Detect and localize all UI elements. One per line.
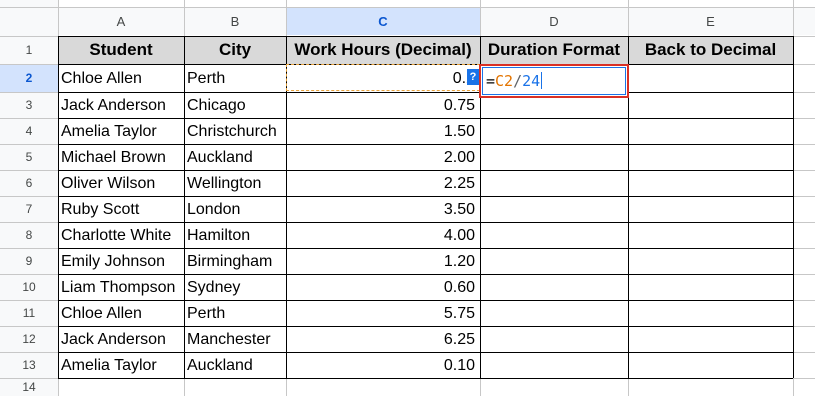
table-col-border (793, 36, 794, 378)
hours-cell[interactable]: 3.50 (286, 196, 480, 222)
table-row-border (58, 118, 793, 119)
student-cell[interactable]: Chloe Allen (58, 300, 187, 326)
city-cell[interactable]: Auckland (184, 144, 289, 170)
table-row-border (58, 326, 793, 327)
hours-cell[interactable]: 6.25 (286, 326, 480, 352)
student-cell[interactable]: Jack Anderson (58, 326, 187, 352)
table-row-border (58, 36, 793, 37)
row-header-12[interactable]: 12 (0, 326, 58, 352)
formula-operator: / (513, 72, 523, 90)
row-header-8[interactable]: 8 (0, 222, 58, 248)
select-all-corner[interactable] (0, 0, 58, 36)
table-row-border (58, 170, 793, 171)
student-cell[interactable]: Charlotte White (58, 222, 187, 248)
row-header-9[interactable]: 9 (0, 248, 58, 274)
student-cell[interactable]: Liam Thompson (58, 274, 187, 300)
formula-equals: = (486, 72, 496, 90)
spreadsheet-grid[interactable]: ABCDE 1 2 3 4 5 6 7 8 9 10 11 12 13 14 Student City Wor… (0, 0, 815, 396)
city-cell[interactable]: Manchester (184, 326, 289, 352)
table-row-border (58, 222, 793, 223)
row-header-2[interactable]: 2 (0, 64, 58, 92)
hours-cell[interactable]: 0.75 (286, 92, 480, 118)
row-header-7[interactable]: 7 (0, 196, 58, 222)
formula-input[interactable]: =C2/24 (486, 72, 543, 90)
table-row-border (58, 300, 793, 301)
city-cell[interactable]: Christchurch (184, 118, 289, 144)
column-header-c[interactable]: C (286, 8, 480, 35)
student-cell[interactable]: Jack Anderson (58, 92, 187, 118)
column-header-d[interactable]: D (480, 8, 628, 35)
grid-row-line (0, 7, 815, 8)
row-header-10[interactable]: 10 (0, 274, 58, 300)
row-header-13[interactable]: 13 (0, 352, 58, 378)
formula-reference: C2 (495, 72, 514, 90)
student-cell[interactable]: Amelia Taylor (58, 352, 187, 378)
formula-help-icon[interactable]: ? (467, 69, 479, 85)
column-header-a[interactable]: A (58, 8, 184, 35)
table-row-border (58, 378, 793, 379)
table-row-border (58, 144, 793, 145)
header-cell-c[interactable]: Work Hours (Decimal) (286, 36, 480, 64)
header-cell-b[interactable]: City (184, 36, 286, 64)
row-header-14[interactable]: 14 (0, 378, 58, 396)
table-row-border (58, 352, 793, 353)
row-header-3[interactable]: 3 (0, 92, 58, 118)
student-cell[interactable]: Michael Brown (58, 144, 187, 170)
row-header-11[interactable]: 11 (0, 300, 58, 326)
hours-cell[interactable]: 1.50 (286, 118, 480, 144)
copy-reference-highlight-c2 (286, 64, 480, 91)
city-cell[interactable]: Birmingham (184, 248, 289, 274)
hours-cell[interactable]: 0.10 (286, 352, 480, 378)
city-cell[interactable]: Wellington (184, 170, 289, 196)
table-row-border (58, 196, 793, 197)
formula-number: 24 (522, 72, 541, 90)
column-header-b[interactable]: B (184, 8, 286, 35)
text-cursor (541, 72, 543, 89)
student-cell[interactable]: Oliver Wilson (58, 170, 187, 196)
column-header-empty (793, 8, 815, 35)
hours-cell[interactable]: 5.75 (286, 300, 480, 326)
row-header-4[interactable]: 4 (0, 118, 58, 144)
hours-cell[interactable]: 1.20 (286, 248, 480, 274)
header-cell-d[interactable]: Duration Format (480, 36, 628, 64)
city-cell[interactable]: Auckland (184, 352, 289, 378)
city-cell[interactable]: Perth (184, 300, 289, 326)
row-header-1[interactable]: 1 (0, 36, 58, 64)
city-cell[interactable]: Chicago (184, 92, 289, 118)
row-header-5[interactable]: 5 (0, 144, 58, 170)
formula-edit-cell-d2[interactable]: =C2/24 (479, 64, 629, 98)
student-cell[interactable]: Emily Johnson (58, 248, 187, 274)
hours-cell[interactable]: 4.00 (286, 222, 480, 248)
city-cell[interactable]: Perth (184, 64, 289, 92)
header-cell-e[interactable]: Back to Decimal (628, 36, 793, 64)
hours-cell[interactable]: 2.25 (286, 170, 480, 196)
city-cell[interactable]: Sydney (184, 274, 289, 300)
table-row-border (58, 92, 793, 93)
row-header-6[interactable]: 6 (0, 170, 58, 196)
header-cell-a[interactable]: Student (58, 36, 184, 64)
city-cell[interactable]: Hamilton (184, 222, 289, 248)
table-row-border (58, 248, 793, 249)
table-row-border (58, 274, 793, 275)
student-cell[interactable]: Ruby Scott (58, 196, 187, 222)
column-header-e[interactable]: E (628, 8, 793, 35)
hours-cell[interactable]: 2.00 (286, 144, 480, 170)
student-cell[interactable]: Chloe Allen (58, 64, 187, 92)
student-cell[interactable]: Amelia Taylor (58, 118, 187, 144)
city-cell[interactable]: London (184, 196, 289, 222)
hours-cell[interactable]: 0.60 (286, 274, 480, 300)
